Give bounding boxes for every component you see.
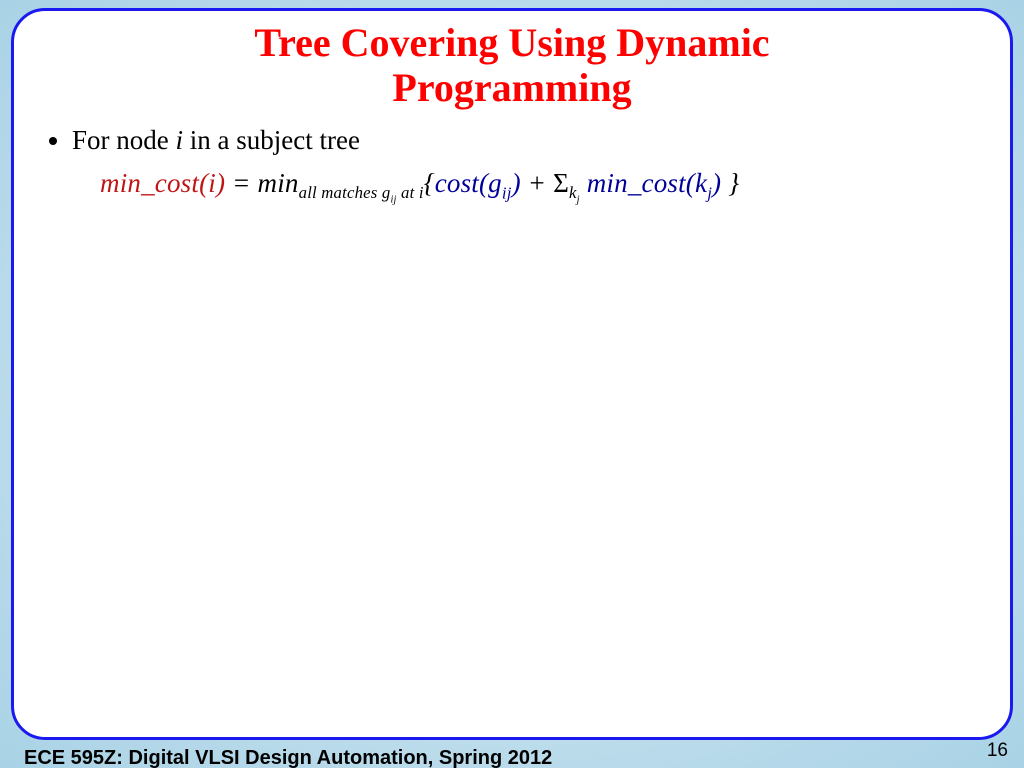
eq-lhs: min_cost(i) [100,168,225,198]
eq-cost-close: ) [512,168,521,198]
bullet-item: For node i in a subject tree [72,123,980,158]
eq-mincost-k: min_cost(k [587,168,707,198]
slide-background: Tree Covering Using Dynamic Programming … [0,0,1024,768]
eq-min-subscript: all matches gij at i [299,183,424,202]
eq-plus: + [521,168,553,198]
slide-card: Tree Covering Using Dynamic Programming … [11,8,1013,740]
eq-mincost-close: ) [712,168,721,198]
page-number: 16 [987,740,1008,762]
eq-sigma: Σ [553,168,569,198]
title-line-2: Programming [392,65,631,110]
eq-min: min [258,168,299,198]
slide-body: For node i in a subject tree min_cost(i)… [44,123,980,207]
eq-space [580,168,587,198]
title-line-1: Tree Covering Using Dynamic [254,20,769,65]
bullet-text-post: in a subject tree [183,125,360,155]
footer-course: ECE 595Z: Digital VLSI Design Automation… [24,748,552,768]
slide-title: Tree Covering Using Dynamic Programming [44,21,980,111]
eq-equals: = [225,168,257,198]
bullet-text-pre: For node [72,125,176,155]
equation: min_cost(i) = minall matches gij at i{co… [100,166,980,207]
eq-cost-ij: ij [502,183,512,202]
eq-min-sub-b: at i [397,183,424,202]
eq-rbrace: } [721,168,739,198]
eq-min-sub-a: all matches g [299,183,391,202]
eq-sigma-sub: kj [569,183,580,202]
eq-cost: cost(g [435,168,502,198]
bullet-var-i: i [176,125,184,155]
bullet-list: For node i in a subject tree [44,123,980,158]
eq-sigma-sub-k: k [569,183,577,202]
eq-lbrace: { [424,168,435,198]
